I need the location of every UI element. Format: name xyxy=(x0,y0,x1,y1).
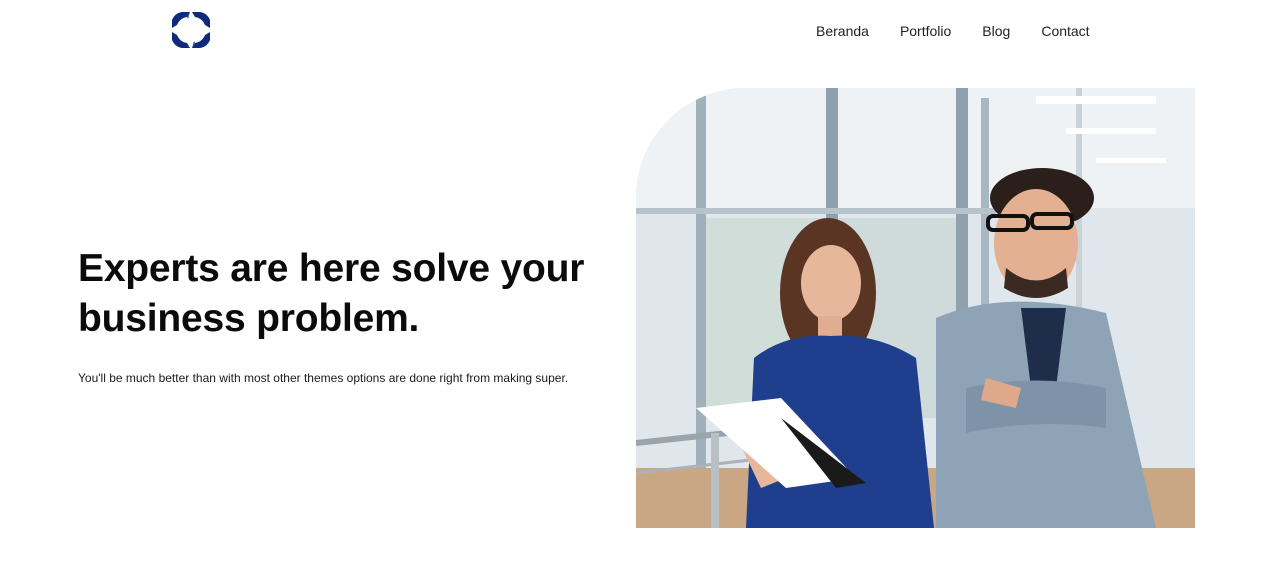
nav-item-portfolio[interactable]: Portfolio xyxy=(900,22,951,40)
page: Beranda Portfolio Blog Contact Experts a… xyxy=(0,0,1282,563)
hero-image xyxy=(636,88,1195,528)
nav-item-blog[interactable]: Blog xyxy=(982,22,1010,40)
hero-subtitle: You'll be much better than with most oth… xyxy=(78,371,569,385)
logo-icon[interactable] xyxy=(168,8,214,52)
office-photo-illustration xyxy=(636,88,1195,528)
site-header: Beranda Portfolio Blog Contact xyxy=(0,0,1282,62)
nav-item-beranda[interactable]: Beranda xyxy=(816,22,869,40)
hero-title: Experts are here solve your business pro… xyxy=(78,247,585,340)
nav-item-contact[interactable]: Contact xyxy=(1041,22,1089,40)
main-nav: Beranda Portfolio Blog Contact xyxy=(800,22,1090,40)
